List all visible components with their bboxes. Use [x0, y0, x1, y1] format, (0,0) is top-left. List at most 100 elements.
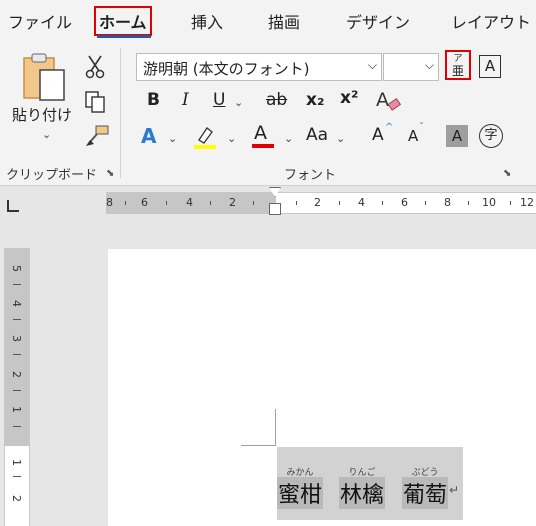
ruler-tick	[125, 201, 126, 205]
paragraph-mark: ↵	[449, 483, 460, 497]
ribbon-home: 貼り付け ⌄ クリップボード ⬊ 游明朝 (本文のフォント) ⌵ ⌵ ア 亜 A…	[0, 40, 536, 186]
clear-formatting-icon: A	[376, 89, 402, 111]
ruler-tick	[382, 201, 383, 205]
ruler-tick	[210, 201, 211, 205]
ruler-number: 6	[141, 196, 148, 209]
ruler-tick	[13, 284, 21, 285]
copy-button[interactable]	[84, 90, 108, 118]
clipboard-launcher-icon[interactable]: ⬊	[106, 168, 114, 179]
subscript-button[interactable]: x₂	[306, 92, 324, 109]
ruby-word[interactable]: みかん 蜜柑	[277, 465, 324, 509]
ruler-tick	[13, 476, 21, 477]
horizontal-ruler[interactable]: 8 6 4 2 2 4 6 8 10 12	[106, 187, 536, 215]
ruler-tick	[166, 201, 167, 205]
group-separator	[120, 48, 121, 178]
font-name-combobox[interactable]: 游明朝 (本文のフォント) ⌵	[136, 53, 382, 81]
vertical-ruler[interactable]: 5 4 3 2 1 1 2	[4, 248, 30, 526]
tab-draw[interactable]: 描画	[268, 9, 300, 33]
paintbrush-icon	[86, 125, 109, 146]
bold-button[interactable]: B	[147, 92, 160, 109]
ruby-text: りんご	[348, 468, 376, 478]
ruler-number: 4	[186, 196, 193, 209]
ruler-tick	[468, 201, 469, 205]
ruler-tick	[13, 319, 21, 320]
cut-button[interactable]	[84, 54, 106, 84]
format-painter-button[interactable]	[84, 124, 110, 152]
font-size-combobox[interactable]: ⌵	[383, 53, 439, 81]
font-color-bar	[252, 144, 274, 148]
phonetic-guide-button[interactable]: ア 亜	[445, 50, 471, 80]
highlight-button[interactable]	[192, 124, 218, 154]
phonetic-guide-bottom: 亜	[451, 64, 464, 78]
clipboard-group-label: クリップボード	[6, 168, 98, 183]
italic-button[interactable]: I	[182, 92, 189, 109]
text-effects-chevron-icon[interactable]: ⌄	[168, 132, 177, 145]
margin-crop-mark	[241, 445, 276, 446]
tab-design[interactable]: デザイン	[346, 9, 410, 33]
font-launcher-icon[interactable]: ⬊	[503, 168, 511, 179]
shrink-font-button[interactable]: A	[408, 129, 418, 144]
ruler-number: 3	[10, 335, 23, 342]
underline-button[interactable]: U	[213, 92, 225, 109]
tab-insert[interactable]: 挿入	[191, 9, 223, 33]
ruler-number: 2	[10, 495, 23, 502]
character-border-button[interactable]: A	[479, 55, 501, 78]
paste-dropdown-chevron-icon[interactable]: ⌄	[42, 128, 51, 141]
tab-selector-icon[interactable]	[7, 200, 19, 212]
font-name-value: 游明朝 (本文のフォント)	[143, 60, 310, 78]
ruler-number: 4	[10, 300, 23, 307]
ruby-word[interactable]: ぶどう 葡萄	[402, 465, 449, 509]
document-page[interactable]: みかん 蜜柑 りんご 林檎 ぶどう 葡萄 ↵	[108, 249, 536, 526]
ruler-tick	[339, 201, 340, 205]
clear-formatting-button[interactable]: A	[375, 88, 403, 118]
ruler-tick	[13, 426, 21, 427]
grow-font-button[interactable]: A	[372, 127, 384, 144]
ruler-number: 10	[482, 196, 496, 209]
svg-text:A: A	[376, 89, 389, 111]
character-border-glyph: A	[484, 57, 496, 75]
character-shading-button[interactable]: A	[446, 125, 468, 147]
paste-button[interactable]	[22, 52, 70, 106]
paste-label[interactable]: 貼り付け	[12, 104, 72, 125]
base-text: 蜜柑	[277, 477, 324, 509]
tab-file[interactable]: ファイル	[8, 9, 72, 33]
chevron-down-icon: ⌵	[367, 58, 377, 72]
word-window: ファイル ホーム 挿入 描画 デザイン レイアウト 貼り付け ⌄ クリップボード…	[0, 0, 536, 526]
ruler-tick	[253, 201, 254, 205]
character-shading-glyph: A	[451, 127, 463, 145]
highlight-chevron-icon[interactable]: ⌄	[227, 132, 236, 145]
ruler-number: 5	[10, 265, 23, 272]
change-case-chevron-icon[interactable]: ⌄	[336, 132, 345, 145]
ribbon-tabs: ファイル ホーム 挿入 描画 デザイン レイアウト	[0, 0, 536, 40]
ruler-number: 1	[10, 459, 23, 466]
base-text: 葡萄	[402, 477, 449, 509]
enclose-characters-button[interactable]: 字	[479, 124, 503, 148]
ruler-number: 2	[10, 371, 23, 378]
ruler-number: 8	[444, 196, 451, 209]
text-selection[interactable]: みかん 蜜柑 りんご 林檎 ぶどう 葡萄 ↵	[277, 447, 463, 520]
change-case-button[interactable]: Aa	[306, 127, 328, 144]
left-indent-marker[interactable]	[269, 203, 281, 215]
shrink-caret-icon: ˇ	[419, 122, 424, 133]
ruler-top-margin	[5, 248, 29, 446]
font-group-label: フォント	[284, 168, 337, 183]
tab-home[interactable]: ホーム	[94, 6, 152, 36]
font-color-glyph: A	[254, 122, 267, 144]
ruby-text: みかん	[286, 468, 314, 478]
ruler-tick	[425, 201, 426, 205]
ruby-text: ぶどう	[411, 468, 439, 478]
paste-icon	[23, 53, 65, 101]
font-color-chevron-icon[interactable]: ⌄	[284, 132, 293, 145]
ruler-tick	[13, 354, 21, 355]
ruby-word[interactable]: りんご 林檎	[339, 465, 386, 509]
scissors-icon	[85, 55, 105, 79]
text-effects-button[interactable]: A	[141, 126, 156, 146]
ruler-tick	[13, 390, 21, 391]
superscript-button[interactable]: x²	[340, 90, 358, 107]
strikethrough-button[interactable]: ab	[266, 92, 287, 109]
ruler-number: 4	[358, 196, 365, 209]
ruler-tick	[296, 201, 297, 205]
tab-layout[interactable]: レイアウト	[451, 9, 531, 33]
underline-chevron-icon[interactable]: ⌄	[234, 96, 243, 109]
margin-crop-mark	[275, 409, 276, 445]
